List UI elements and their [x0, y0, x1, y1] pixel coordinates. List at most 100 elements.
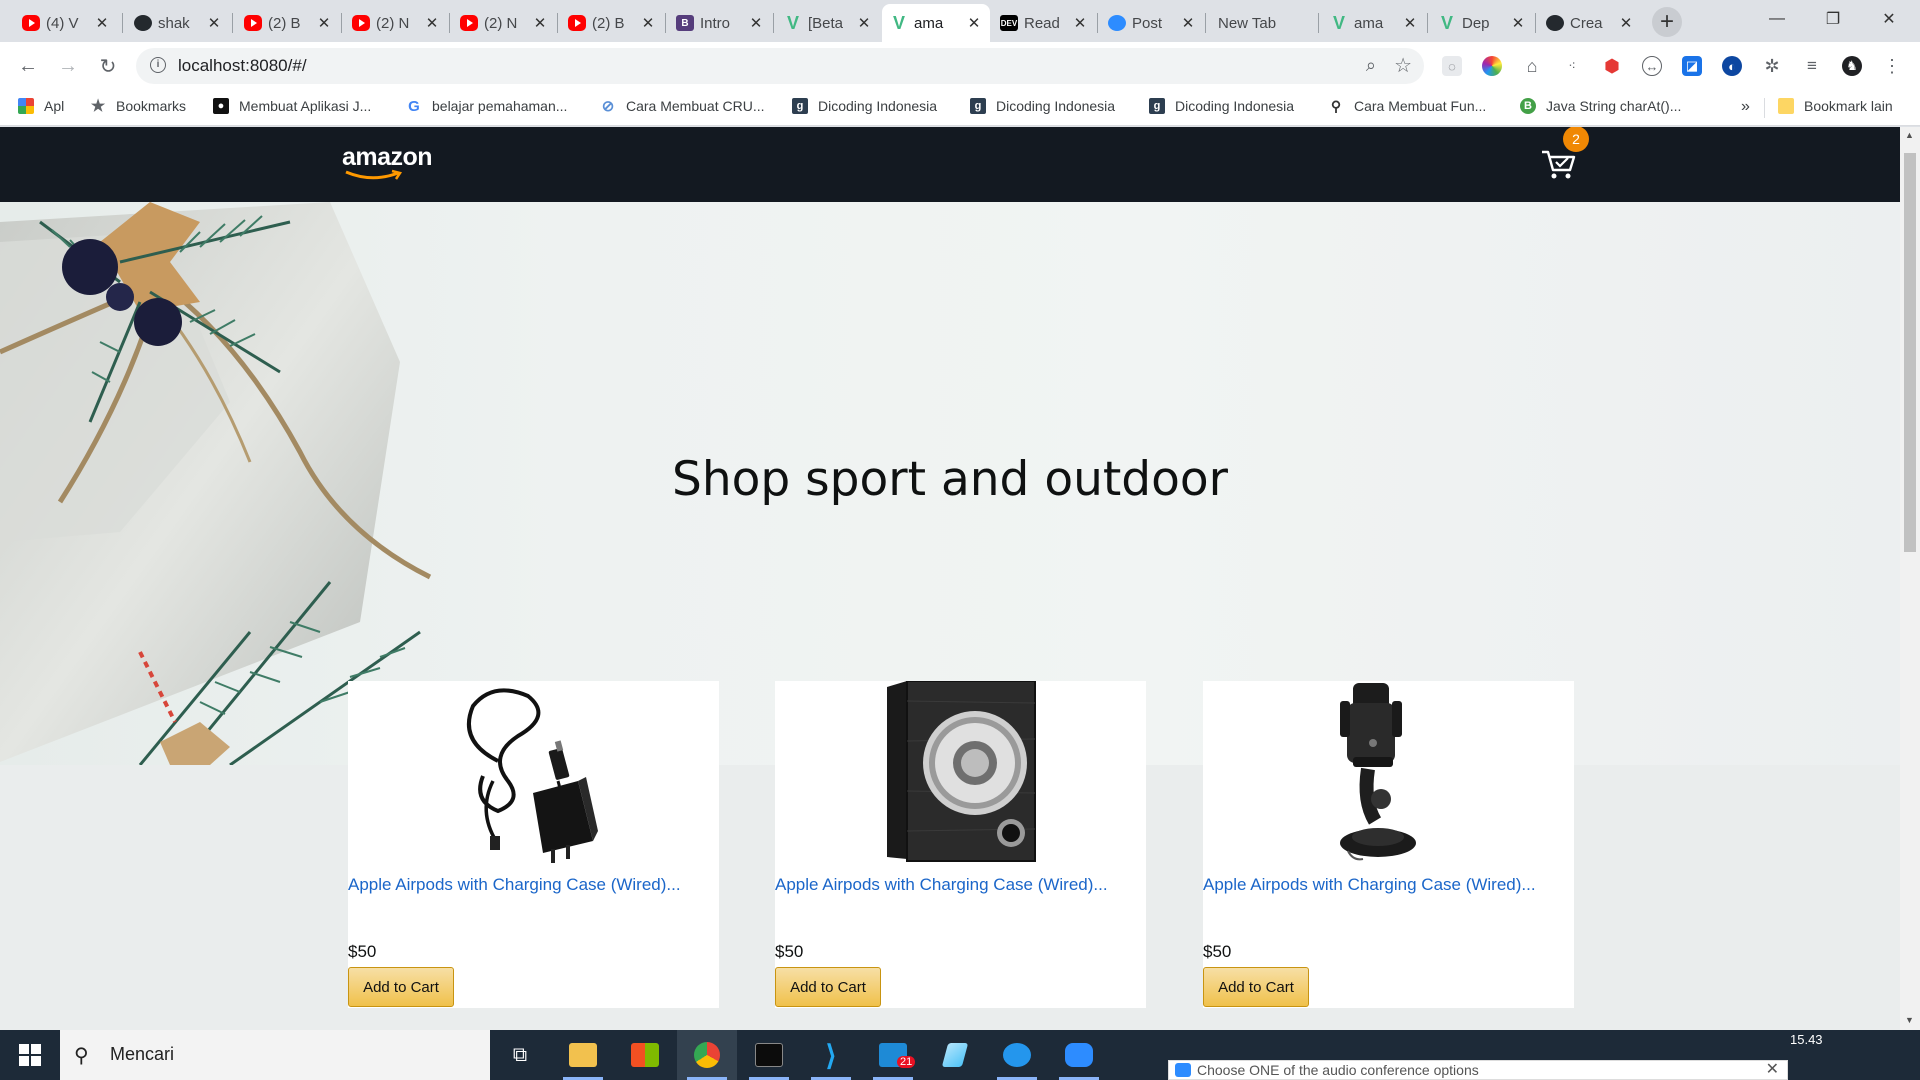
url-text[interactable]: localhost:8080/#/ [178, 56, 307, 76]
taskbar-chrome[interactable] [677, 1030, 737, 1080]
taskbar-zoom[interactable] [1049, 1030, 1109, 1080]
charger-cable-image[interactable] [348, 681, 719, 863]
taskbar-mail[interactable]: 21 [863, 1030, 923, 1080]
close-tab-icon[interactable]: ✕ [640, 14, 656, 32]
bookmark-apps[interactable]: Apl [18, 98, 64, 114]
bookmark-link[interactable]: ⚲ Cara Membuat Fun... [1328, 98, 1486, 115]
back-button[interactable]: ← [14, 52, 42, 80]
browser-tab[interactable]: (2) B ✕ [560, 4, 664, 42]
browser-tab[interactable]: (2) B ✕ [236, 4, 340, 42]
close-tab-icon[interactable]: ✕ [1510, 14, 1526, 32]
browser-tab-active[interactable]: V ama ✕ [882, 4, 990, 42]
profile-avatar[interactable]: ♞ [1842, 56, 1862, 76]
browser-tab[interactable]: (4) V ✕ [14, 4, 118, 42]
browser-tab[interactable]: V Dep ✕ [1430, 4, 1534, 42]
close-tab-icon[interactable]: ✕ [424, 14, 440, 32]
add-to-cart-button[interactable]: Add to Cart [1203, 967, 1309, 1007]
amazon-logo[interactable]: amazon [342, 143, 433, 172]
start-button[interactable] [0, 1030, 60, 1080]
bookmark-link[interactable]: B Java String charAt()... [1520, 98, 1681, 114]
close-window-button[interactable]: ✕ [1866, 0, 1912, 38]
taskbar-search-box[interactable]: ⚲ Mencari [60, 1030, 490, 1080]
browser-tab[interactable]: (2) N ✕ [344, 4, 448, 42]
extension-icon[interactable]: ◌ [1442, 56, 1462, 76]
taskbar-terminal[interactable] [739, 1030, 799, 1080]
scrollbar-thumb[interactable] [1904, 153, 1916, 552]
bookmark-link[interactable]: G belajar pemahaman... [406, 98, 567, 115]
close-tab-icon[interactable]: ✕ [206, 14, 222, 32]
close-tab-icon[interactable]: ✕ [316, 14, 332, 32]
close-notification-icon[interactable]: ✕ [1766, 1061, 1779, 1079]
close-tab-icon[interactable]: ✕ [1072, 14, 1088, 32]
browser-tab[interactable]: B Intro ✕ [668, 4, 772, 42]
zoom-icon[interactable]: ⌕ [1366, 55, 1376, 76]
browser-tab[interactable]: shak ✕ [126, 4, 230, 42]
scroll-up-arrow-icon[interactable]: ▲ [1905, 130, 1914, 140]
taskbar-file-explorer[interactable] [553, 1030, 613, 1080]
zoom-notification-banner[interactable]: Choose ONE of the audio conference optio… [1168, 1060, 1788, 1080]
forward-button[interactable]: → [54, 52, 82, 80]
product-title-link[interactable]: Apple Airpods with Charging Case (Wired)… [775, 875, 1108, 895]
minimize-window-button[interactable]: — [1754, 0, 1800, 38]
bookmark-folder[interactable]: ★ Bookmarks [90, 98, 186, 115]
more-bookmarks-chevron[interactable]: » [1741, 98, 1750, 116]
product-title-link[interactable]: Apple Airpods with Charging Case (Wired)… [1203, 875, 1536, 895]
browser-tab[interactable]: DEV Read ✕ [992, 4, 1096, 42]
restore-window-button[interactable]: ❐ [1810, 0, 1856, 38]
cart-count-badge: 2 [1563, 127, 1589, 152]
extension-icon[interactable]: ⁖ [1562, 56, 1582, 76]
site-info-icon[interactable]: i [150, 57, 166, 73]
address-bar[interactable]: i localhost:8080/#/ ⌕ ☆ [136, 48, 1424, 84]
site-icon: ⊘ [601, 98, 615, 115]
browser-tab[interactable]: V [Beta ✕ [776, 4, 880, 42]
scroll-down-arrow-icon[interactable]: ▼ [1905, 1015, 1914, 1025]
cart-icon[interactable] [1540, 148, 1576, 180]
browser-tab[interactable]: New Tab [1212, 4, 1318, 42]
close-tab-icon[interactable]: ✕ [94, 14, 110, 32]
browser-tab[interactable]: (2) N ✕ [452, 4, 556, 42]
close-tab-icon[interactable]: ✕ [532, 14, 548, 32]
extension-icon[interactable]: ◪ [1682, 56, 1702, 76]
bookmark-link[interactable]: g Dicoding Indonesia [970, 98, 1115, 114]
close-tab-icon[interactable]: ✕ [1402, 14, 1418, 32]
taskbar-store[interactable] [615, 1030, 675, 1080]
close-tab-icon[interactable]: ✕ [1618, 14, 1634, 32]
bookmark-link[interactable]: g Dicoding Indonesia [792, 98, 937, 114]
close-tab-icon[interactable]: ✕ [966, 14, 982, 32]
media-control-icon[interactable]: ≡ [1802, 56, 1822, 76]
close-tab-icon[interactable]: ✕ [856, 14, 872, 32]
subwoofer-speaker-image[interactable] [775, 681, 1146, 863]
taskbar-vscode[interactable]: ⟩ [801, 1030, 861, 1080]
bookmark-link[interactable]: ● Membuat Aplikasi J... [213, 98, 371, 114]
menu-kebab-icon[interactable]: ⋮ [1882, 56, 1902, 76]
tray-clock[interactable]: 15.43 [1790, 1032, 1823, 1047]
bookmark-link[interactable]: g Dicoding Indonesia [1149, 98, 1294, 114]
search-placeholder[interactable]: Mencari [110, 1044, 174, 1065]
taskbar-docker[interactable] [987, 1030, 1047, 1080]
shield-extension-icon[interactable]: ⬢ [1602, 56, 1622, 76]
taskbar-app[interactable] [925, 1030, 985, 1080]
close-tab-icon[interactable]: ✕ [1180, 14, 1196, 32]
task-view-button[interactable]: ⧉ [490, 1030, 550, 1080]
home-icon[interactable]: ⌂ [1522, 56, 1542, 76]
extension-icon[interactable]: ◐ [1722, 56, 1742, 76]
add-to-cart-button[interactable]: Add to Cart [775, 967, 881, 1007]
bookmark-link[interactable]: ⊘ Cara Membuat CRU... [600, 98, 765, 115]
bookmark-star-icon[interactable]: ☆ [1394, 53, 1412, 78]
add-to-cart-button[interactable]: Add to Cart [348, 967, 454, 1007]
browser-tab[interactable]: Crea ✕ [1538, 4, 1642, 42]
product-price: $50 [775, 942, 804, 961]
color-picker-extension-icon[interactable] [1482, 56, 1502, 76]
extension-icon[interactable]: ↔ [1642, 56, 1662, 76]
youtube-icon [244, 15, 262, 31]
reload-button[interactable]: ↻ [94, 52, 122, 80]
phone-car-mount-image[interactable] [1203, 681, 1574, 863]
puzzle-extensions-icon[interactable]: ✲ [1762, 56, 1782, 76]
product-title-link[interactable]: Apple Airpods with Charging Case (Wired)… [348, 875, 681, 895]
page-scrollbar[interactable]: ▲ ▼ [1900, 127, 1920, 1030]
browser-tab[interactable]: V ama ✕ [1322, 4, 1426, 42]
close-tab-icon[interactable]: ✕ [748, 14, 764, 32]
new-tab-button[interactable]: + [1652, 7, 1682, 37]
browser-tab[interactable]: Post ✕ [1100, 4, 1204, 42]
other-bookmarks-folder[interactable]: Bookmark lain [1778, 98, 1893, 114]
